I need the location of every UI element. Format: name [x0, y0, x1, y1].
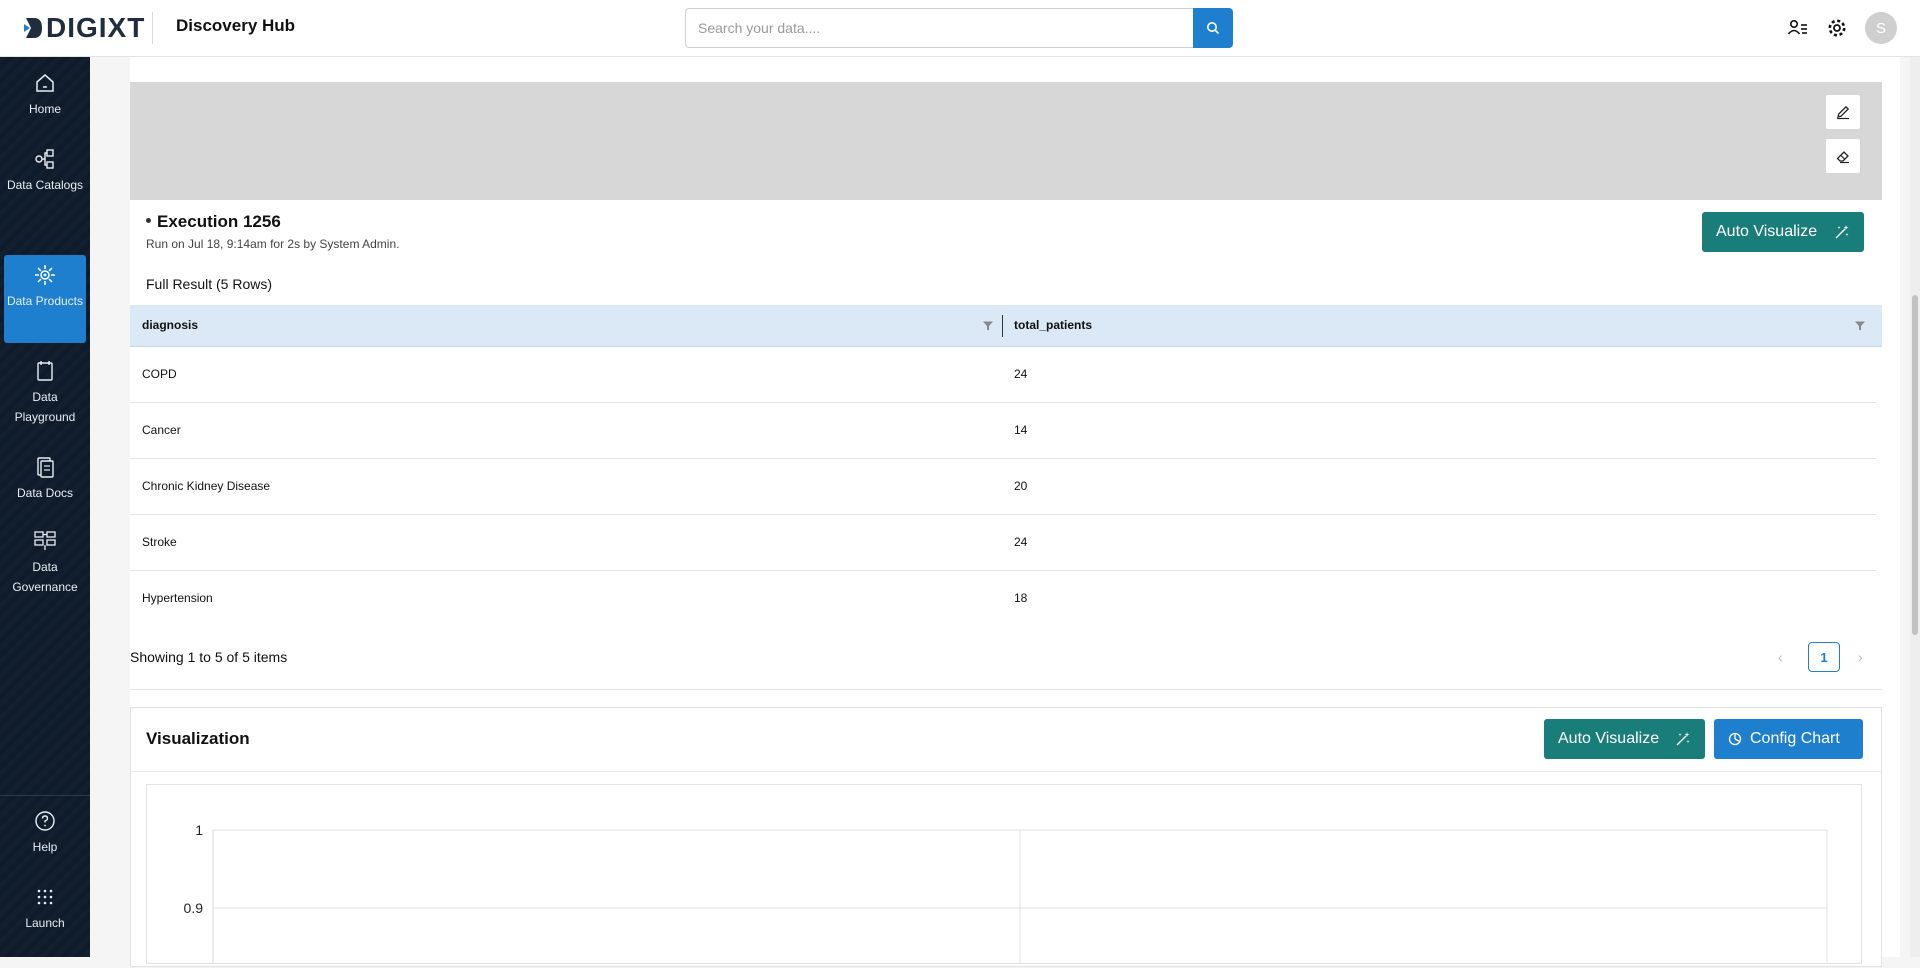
- filter-icon[interactable]: [1854, 320, 1866, 332]
- result-label: Full Result (5 Rows): [146, 276, 273, 292]
- chart-y-tick-label: 1: [195, 822, 203, 838]
- sidebar: Home Data Catalogs Data Products Data Pl…: [0, 57, 90, 957]
- user-avatar[interactable]: S: [1865, 12, 1897, 44]
- config-chart-label: Config Chart: [1750, 730, 1840, 747]
- sidebar-item-data-products[interactable]: Data Products: [4, 255, 86, 343]
- visualization-title: Visualization: [146, 729, 250, 748]
- sidebar-item-label: Data Playground: [14, 390, 76, 424]
- table-row[interactable]: Stroke 24: [130, 515, 1876, 571]
- cell-total-patients: 14: [1014, 423, 1028, 437]
- cell-total-patients: 24: [1014, 367, 1028, 381]
- filter-icon[interactable]: [982, 320, 994, 332]
- table-row[interactable]: Chronic Kidney Disease 20: [130, 459, 1876, 515]
- column-header-diagnosis[interactable]: diagnosis: [142, 318, 198, 332]
- sidebar-item-data-catalogs[interactable]: Data Catalogs: [4, 147, 86, 227]
- governance-icon: [34, 531, 56, 550]
- clear-button[interactable]: [1825, 138, 1861, 174]
- table-row[interactable]: COPD 24: [130, 347, 1876, 403]
- edit-button[interactable]: [1825, 94, 1861, 130]
- magic-wand-icon: [1676, 732, 1690, 746]
- pencil-icon: [1837, 105, 1850, 120]
- search-button[interactable]: [1193, 8, 1233, 48]
- app-header: DIGIXT Discovery Hub S: [0, 0, 1920, 57]
- visualization-header-divider: [131, 771, 1881, 772]
- column-header-total-patients[interactable]: total_patients: [1014, 318, 1092, 332]
- bullet-dot: [146, 218, 151, 224]
- header-divider: [152, 12, 153, 44]
- cell-diagnosis: Stroke: [142, 535, 177, 549]
- sidebar-item-label: Data Products: [6, 294, 84, 308]
- app-title: Discovery Hub: [176, 16, 296, 35]
- logo-text: DIGIXT: [46, 12, 146, 43]
- sidebar-item-label: Data Docs: [16, 486, 74, 500]
- magic-wand-icon: [1835, 225, 1849, 239]
- sidebar-item-home[interactable]: Home: [4, 71, 86, 131]
- previous-page-button[interactable]: ‹: [1778, 649, 1783, 665]
- sidebar-item-label: Data Governance: [12, 560, 78, 594]
- sidebar-item-data-playground[interactable]: Data Playground: [4, 359, 86, 439]
- pagination-summary: Showing 1 to 5 of 5 items: [130, 649, 288, 665]
- global-search: [685, 8, 1233, 48]
- auto-visualize-label: Auto Visualize: [1716, 223, 1818, 240]
- sidebar-item-data-docs[interactable]: Data Docs: [4, 455, 86, 515]
- column-resizer[interactable]: [1002, 315, 1003, 337]
- home-icon: [36, 74, 54, 92]
- next-page-button[interactable]: ›: [1858, 649, 1863, 665]
- cell-total-patients: 18: [1014, 591, 1028, 605]
- digixt-logo[interactable]: DIGIXT: [24, 12, 146, 43]
- sidebar-item-label: Help: [32, 840, 58, 854]
- auto-visualize-label: Auto Visualize: [1558, 730, 1660, 747]
- sidebar-item-label: Home: [28, 102, 61, 116]
- config-chart-button[interactable]: Config Chart: [1714, 719, 1863, 759]
- help-icon: [35, 811, 55, 831]
- scrollbar-thumb[interactable]: [1912, 295, 1918, 635]
- chart-svg: 10.9: [184, 822, 1828, 963]
- sidebar-divider: [0, 795, 90, 796]
- auto-visualize-button[interactable]: Auto Visualize: [1544, 719, 1705, 759]
- execution-title: Execution 1256: [146, 212, 281, 232]
- execution-subtitle: Run on Jul 18, 9:14am for 2s by System A…: [146, 237, 400, 251]
- chart-config-icon: [1728, 732, 1742, 746]
- catalog-icon: [35, 149, 54, 169]
- table-header: diagnosis total_patients: [130, 305, 1882, 347]
- launch-grid-icon: [37, 889, 53, 905]
- sidebar-item-label: Data Catalogs: [6, 178, 84, 192]
- table-row[interactable]: Hypertension 18: [130, 571, 1876, 627]
- sidebar-item-launch[interactable]: Launch: [4, 885, 86, 945]
- sidebar-item-data-governance[interactable]: Data Governance: [4, 529, 86, 609]
- sidebar-item-label: Launch: [25, 916, 65, 930]
- search-input[interactable]: [685, 8, 1193, 48]
- logo-mark-icon: [24, 18, 42, 38]
- cell-total-patients: 24: [1014, 535, 1028, 549]
- search-icon: [1207, 22, 1220, 35]
- user-list-icon[interactable]: [1787, 17, 1809, 39]
- page-number-button[interactable]: 1: [1808, 642, 1840, 672]
- sidebar-item-help[interactable]: Help: [4, 809, 86, 869]
- data-products-icon: [35, 265, 55, 285]
- playground-icon: [37, 361, 53, 381]
- cell-total-patients: 20: [1014, 479, 1028, 493]
- auto-visualize-button-top[interactable]: Auto Visualize: [1702, 212, 1864, 252]
- cell-diagnosis: Chronic Kidney Disease: [142, 479, 271, 493]
- cell-diagnosis: Hypertension: [142, 591, 213, 605]
- cell-diagnosis: Cancer: [142, 423, 181, 437]
- cell-diagnosis: COPD: [142, 367, 177, 381]
- eraser-icon: [1836, 151, 1849, 164]
- execution-title-text: Execution 1256: [157, 212, 281, 231]
- docs-icon: [37, 457, 54, 478]
- chart-y-tick-label: 0.9: [184, 900, 204, 916]
- section-divider: [130, 689, 1882, 690]
- settings-gear-icon[interactable]: [1826, 17, 1848, 39]
- table-row[interactable]: Cancer 14: [130, 403, 1876, 459]
- query-editor-area[interactable]: [130, 82, 1882, 200]
- chart-container: 1 0.9: [146, 784, 1862, 964]
